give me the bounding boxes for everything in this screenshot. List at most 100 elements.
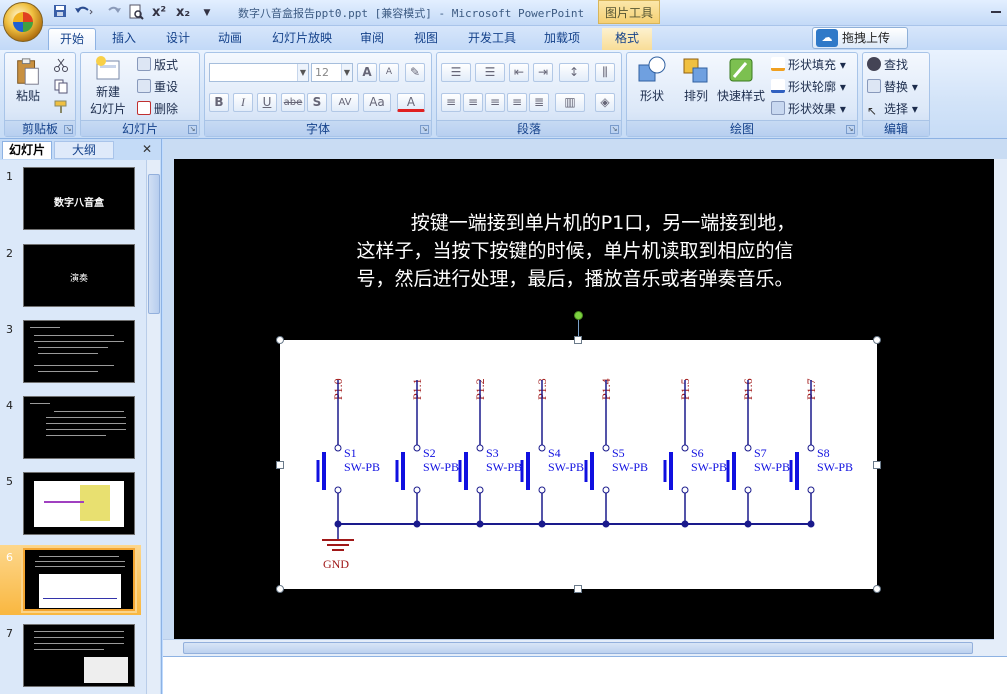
dialog-launcher-icon[interactable]: ↘ <box>846 125 855 134</box>
slide-thumbnail-2[interactable]: 演奏 <box>23 244 135 307</box>
align-center-icon[interactable]: ≡ <box>463 93 483 112</box>
shrink-font-button[interactable]: A <box>379 63 399 82</box>
resize-handle-right[interactable] <box>873 461 881 469</box>
resize-handle-top[interactable] <box>574 336 582 344</box>
decrease-indent-icon[interactable]: ⇤ <box>509 63 529 82</box>
office-button[interactable] <box>3 2 43 42</box>
resize-handle-bottom[interactable] <box>574 585 582 593</box>
paste-button[interactable]: 粘贴 <box>9 57 47 104</box>
tab-insert[interactable]: 插入 <box>100 28 148 50</box>
slide-thumbnail-3[interactable] <box>23 320 135 383</box>
scrollbar-thumb[interactable] <box>183 642 973 654</box>
resize-handle-bottom-left[interactable] <box>276 585 284 593</box>
strikethrough-button[interactable]: abe <box>281 93 305 112</box>
slide-thumbnail-5[interactable] <box>23 472 135 535</box>
char-spacing-button[interactable]: AV <box>331 93 359 112</box>
resize-handle-top-left[interactable] <box>276 336 284 344</box>
tab-animation[interactable]: 动画 <box>206 28 254 50</box>
grow-font-button[interactable]: A <box>357 63 377 82</box>
subscript-button[interactable]: x₂ <box>172 4 194 22</box>
tab-addins[interactable]: 加载项 <box>534 28 590 50</box>
circuit-picture[interactable]: P1.0 S1 SW-PB P1.1 S2 SW-PB P1.2 S3 SW-PB P1.3 S4 S… <box>280 340 877 589</box>
tab-slideshow[interactable]: 幻灯片放映 <box>262 28 342 50</box>
reset-button[interactable]: 重设 <box>137 78 178 97</box>
columns-icon[interactable]: ▥ <box>555 93 585 112</box>
tab-view[interactable]: 视图 <box>402 28 450 50</box>
resize-handle-top-right[interactable] <box>873 336 881 344</box>
tab-developer[interactable]: 开发工具 <box>460 28 524 50</box>
replace-button[interactable]: 替换 ▾ <box>867 78 918 97</box>
distribute-icon[interactable]: ≣ <box>529 93 549 112</box>
dialog-launcher-icon[interactable]: ↘ <box>188 125 197 134</box>
shapes-button[interactable]: 形状 <box>631 55 673 104</box>
superscript-button[interactable]: x² <box>148 4 170 22</box>
drag-upload-button[interactable]: ☁ 拖拽上传 <box>812 27 908 49</box>
switch-terminal <box>681 444 689 452</box>
justify-icon[interactable]: ≡ <box>507 93 527 112</box>
layout-button[interactable]: 版式 <box>137 56 178 75</box>
tab-design[interactable]: 设计 <box>154 28 202 50</box>
font-size-combo[interactable]: 12 ▼ <box>311 63 353 82</box>
bold-button[interactable]: B <box>209 93 229 112</box>
font-color-button[interactable]: A <box>397 93 425 112</box>
slide-thumbnail-6[interactable] <box>23 548 135 611</box>
text-direction-icon[interactable]: ⫼ <box>595 63 615 82</box>
chevron-down-icon: ▼ <box>297 64 308 81</box>
horizontal-scrollbar[interactable] <box>163 639 994 656</box>
tab-format[interactable]: 格式 <box>602 28 652 50</box>
close-icon[interactable]: ✕ <box>140 141 154 159</box>
bullets-icon[interactable]: ☰ <box>441 63 471 82</box>
font-name-combo[interactable]: ▼ <box>209 63 309 82</box>
clear-format-icon[interactable]: ✎ <box>405 63 425 82</box>
text-shadow-button[interactable]: S <box>307 93 327 112</box>
increase-indent-icon[interactable]: ⇥ <box>533 63 553 82</box>
dialog-launcher-icon[interactable]: ↘ <box>610 125 619 134</box>
delete-slide-button[interactable]: 删除 <box>137 100 178 119</box>
shape-effects-button[interactable]: 形状效果 ▾ <box>771 100 846 119</box>
new-slide-button[interactable]: 新建 幻灯片 <box>83 55 133 117</box>
underline-button[interactable]: U <box>257 93 277 112</box>
dialog-launcher-icon[interactable]: ↘ <box>420 125 429 134</box>
tab-outline[interactable]: 大纲 <box>54 141 114 159</box>
resize-handle-left[interactable] <box>276 461 284 469</box>
dialog-launcher-icon[interactable]: ↘ <box>64 125 73 134</box>
italic-button[interactable]: I <box>233 93 253 112</box>
align-left-icon[interactable]: ≡ <box>441 93 461 112</box>
change-case-button[interactable]: Aa <box>363 93 391 112</box>
copy-icon[interactable] <box>53 78 71 96</box>
print-preview-icon[interactable] <box>126 4 146 22</box>
switch-label: S1 <box>344 446 357 460</box>
panel-scrollbar[interactable] <box>146 160 160 694</box>
arrange-button[interactable]: 排列 <box>675 55 717 104</box>
undo-icon[interactable] <box>72 4 96 22</box>
slide-thumbnail-4[interactable] <box>23 396 135 459</box>
switch-terminal <box>413 444 421 452</box>
minimize-icon[interactable] <box>989 3 1003 19</box>
format-painter-icon[interactable] <box>53 99 71 117</box>
redo-icon[interactable] <box>104 4 124 22</box>
cut-icon[interactable] <box>53 57 71 75</box>
smartart-icon[interactable]: ◈ <box>595 93 615 112</box>
slide-body-text[interactable]: 按键一端接到单片机的P1口，另一端接到地， 这样子，当按下按键的时候，单片机读取… <box>295 209 855 293</box>
shape-fill-button[interactable]: 形状填充 ▾ <box>771 56 846 75</box>
tab-home[interactable]: 开始 <box>48 28 96 50</box>
junction-dot <box>538 520 546 528</box>
tab-review[interactable]: 审阅 <box>348 28 396 50</box>
customize-qat-icon[interactable]: ▼ <box>200 4 214 22</box>
select-button[interactable]: ↖ 选择 ▾ <box>867 100 918 119</box>
vertical-scrollbar[interactable] <box>994 159 1007 656</box>
line-spacing-icon[interactable]: ↕ <box>559 63 589 82</box>
rotation-handle[interactable] <box>574 311 583 320</box>
align-right-icon[interactable]: ≡ <box>485 93 505 112</box>
save-icon[interactable] <box>52 4 68 22</box>
resize-handle-bottom-right[interactable] <box>873 585 881 593</box>
slide-thumbnail-7[interactable] <box>23 624 135 687</box>
shape-outline-button[interactable]: 形状轮廓 ▾ <box>771 78 846 97</box>
tab-slides[interactable]: 幻灯片 <box>2 141 52 159</box>
scrollbar-thumb[interactable] <box>148 174 160 314</box>
notes-pane[interactable] <box>163 656 1007 694</box>
quick-styles-button[interactable]: 快速样式 <box>717 55 765 104</box>
slide-thumbnail-1[interactable]: 数字八音盒 <box>23 167 135 230</box>
numbering-icon[interactable]: ☰ <box>475 63 505 82</box>
find-button[interactable]: 查找 <box>867 56 908 75</box>
